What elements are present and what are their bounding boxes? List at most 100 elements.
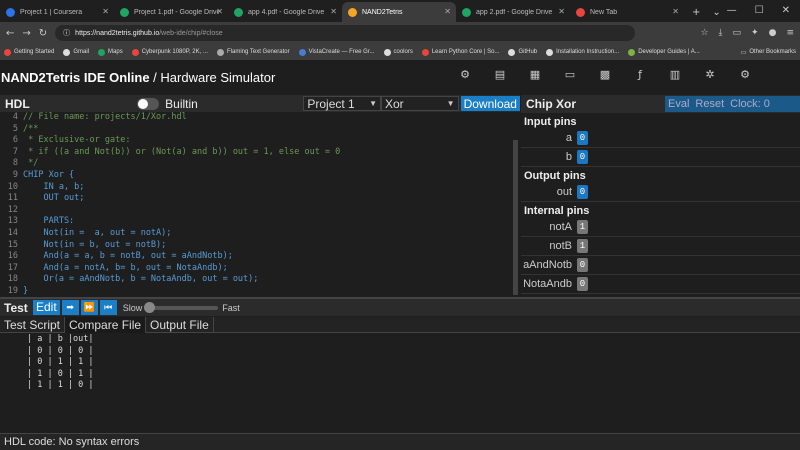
chip-icon[interactable]: ⚙ <box>458 68 472 82</box>
code-line: 9 CHIP Xor { <box>0 170 520 182</box>
code-line: 12 <box>0 205 520 217</box>
reset-button[interactable]: Reset <box>695 98 724 110</box>
browser-tab[interactable]: app 4.pdf - Google Drive ✕ <box>228 2 342 22</box>
tab-title: app 4.pdf - Google Drive <box>248 8 325 16</box>
browser-tab[interactable]: NAND2Tetris ✕ <box>342 2 456 22</box>
step-icon[interactable]: ➡ <box>61 300 79 315</box>
fast-forward-icon[interactable]: ⏩ <box>80 300 98 315</box>
close-tab-icon[interactable]: ✕ <box>330 7 337 16</box>
back-icon[interactable]: ← <box>6 28 14 39</box>
extensions-icon[interactable]: ✦ <box>751 28 759 38</box>
book-icon[interactable]: ▥ <box>668 68 682 82</box>
settings-icon[interactable]: ⚙ <box>738 68 752 82</box>
bookmark-item[interactable]: coolors <box>383 48 413 56</box>
browser-tab[interactable]: app 2.pdf - Google Drive ✕ <box>456 2 570 22</box>
close-window-icon[interactable]: ✕ <box>782 5 790 16</box>
pin-value[interactable]: 0 <box>577 131 588 145</box>
bookmark-label: Learn Python Core | So... <box>431 49 500 55</box>
code-line: 15 Not(in = b, out = notB); <box>0 240 520 252</box>
code-text: Or(a = aAndNotb, b = NotaAndb, out = out… <box>23 274 259 285</box>
editor-scrollbar[interactable] <box>513 140 518 295</box>
tab-title: Project 1 | Coursera <box>20 8 83 16</box>
tab-title: app 2.pdf - Google Drive <box>476 8 553 16</box>
bookmark-icon <box>383 48 391 56</box>
download-button[interactable]: Download <box>460 96 520 111</box>
pin-row: NotaAndb 0 <box>521 275 800 294</box>
bookmark-item[interactable]: Flaming Text Generator <box>216 48 290 56</box>
grid-icon[interactable]: ▩ <box>598 68 612 82</box>
close-tab-icon[interactable]: ✕ <box>672 7 679 16</box>
forward-icon[interactable]: → <box>22 28 30 39</box>
clock-button[interactable]: Clock: 0 <box>730 98 770 110</box>
compare-row: | 1 | 1 | 0 | <box>27 380 94 390</box>
chip-select[interactable]: Xor ▼ <box>380 96 459 111</box>
bookmark-item[interactable]: VistaCreate — Free Gr... <box>298 48 375 56</box>
code-line: 16 And(a = a, b = notB, out = aAndNotb); <box>0 251 520 263</box>
vm-icon[interactable]: ▭ <box>563 68 577 82</box>
eval-button[interactable]: Eval <box>668 98 689 110</box>
pin-value[interactable]: 0 <box>577 150 588 164</box>
browser-tab[interactable]: Project 1.pdf - Google Drive ✕ <box>114 2 228 22</box>
project-select[interactable]: Project 1 ▼ <box>303 96 381 111</box>
browser-tab[interactable]: New Tab ✕ <box>570 2 684 22</box>
line-number: 6 <box>12 135 18 146</box>
function-icon[interactable]: ƒ <box>633 68 647 82</box>
other-bookmarks[interactable]: ▭ Other Bookmarks <box>741 49 796 56</box>
download-icon[interactable]: ⤓ <box>719 28 723 38</box>
close-tab-icon[interactable]: ✕ <box>444 7 451 16</box>
maximize-icon[interactable]: ☐ <box>755 5 764 16</box>
chevron-down-icon[interactable]: ⌄ <box>712 7 720 18</box>
bookmark-item[interactable]: Cyberpunk 1080P, 2K, ... <box>131 48 208 56</box>
address-bar[interactable]: ⓘ https://nand2tetris.github.io/web-ide/… <box>55 25 636 41</box>
bookmark-label: Cyberpunk 1080P, 2K, ... <box>141 49 208 55</box>
builtin-toggle[interactable] <box>137 97 160 110</box>
bookmark-item[interactable]: Learn Python Core | So... <box>421 48 500 56</box>
browser-tab[interactable]: Project 1 | Coursera ✕ <box>0 2 114 22</box>
edit-button[interactable]: Edit <box>33 300 60 315</box>
pin-name: aAndNotb <box>523 259 572 271</box>
code-line: 10 IN a, b; <box>0 182 520 194</box>
star-icon[interactable]: ☆ <box>700 28 708 38</box>
bookmark-item[interactable]: Maps <box>98 48 123 56</box>
bookmark-item[interactable]: Developer Guides | A... <box>628 48 700 56</box>
code-line: 19} <box>0 286 520 297</box>
test-toolbar: Test Edit ➡ ⏩ ⏮ Slow Fast <box>0 299 800 316</box>
close-tab-icon[interactable]: ✕ <box>216 7 223 16</box>
folder-icon[interactable]: ▭ <box>733 28 742 38</box>
rewind-icon[interactable]: ⏮ <box>99 300 117 315</box>
test-tab[interactable]: Output File <box>146 317 214 333</box>
test-tab[interactable]: Compare File <box>65 317 147 333</box>
code-text: IN a, b; <box>23 181 85 192</box>
line-number: 10 <box>7 181 18 192</box>
builtin-label: Builtin <box>165 96 198 111</box>
favicon-icon <box>6 7 15 17</box>
speed-slider[interactable] <box>144 301 219 313</box>
close-tab-icon[interactable]: ✕ <box>558 7 565 16</box>
reload-icon[interactable]: ↻ <box>39 28 47 39</box>
pin-name: NotaAndb <box>523 278 572 290</box>
pin-row: out 0 <box>521 183 800 202</box>
menu-icon[interactable]: ≡ <box>786 28 794 38</box>
bug-icon[interactable]: ✲ <box>703 68 717 82</box>
code-line: 18 Or(a = aAndNotb, b = NotaAndb, out = … <box>0 274 520 286</box>
new-tab-icon[interactable]: + <box>692 7 700 18</box>
close-tab-icon[interactable]: ✕ <box>102 7 109 16</box>
code-line: 8 */ <box>0 158 520 170</box>
cpu-icon[interactable]: ▤ <box>493 68 507 82</box>
bookmark-label: Flaming Text Generator <box>226 49 290 55</box>
code-line: 6 * Exclusive-or gate: <box>0 135 520 147</box>
asm-icon[interactable]: ▦ <box>528 68 542 82</box>
bookmark-item[interactable]: Installation Instruction... <box>546 48 619 56</box>
hdl-editor[interactable]: 4// File name: projects/1/Xor.hdl 5/** 6 *… <box>0 112 520 297</box>
compare-row: | 1 | 0 | 1 | <box>27 368 94 379</box>
line-number: 8 <box>12 158 18 169</box>
code-line: 14 Not(in = a, out = notA); <box>0 228 520 240</box>
profile-icon[interactable]: ● <box>769 28 777 38</box>
pin-value[interactable]: 0 <box>577 185 588 199</box>
bookmark-item[interactable]: Gmail <box>63 48 89 56</box>
site-info-icon[interactable]: ⓘ <box>63 28 70 38</box>
test-tab[interactable]: Test Script <box>0 317 66 333</box>
minimize-icon[interactable]: — <box>727 5 737 16</box>
bookmark-item[interactable]: Getting Started <box>4 48 54 56</box>
bookmark-item[interactable]: GitHub <box>508 48 537 56</box>
